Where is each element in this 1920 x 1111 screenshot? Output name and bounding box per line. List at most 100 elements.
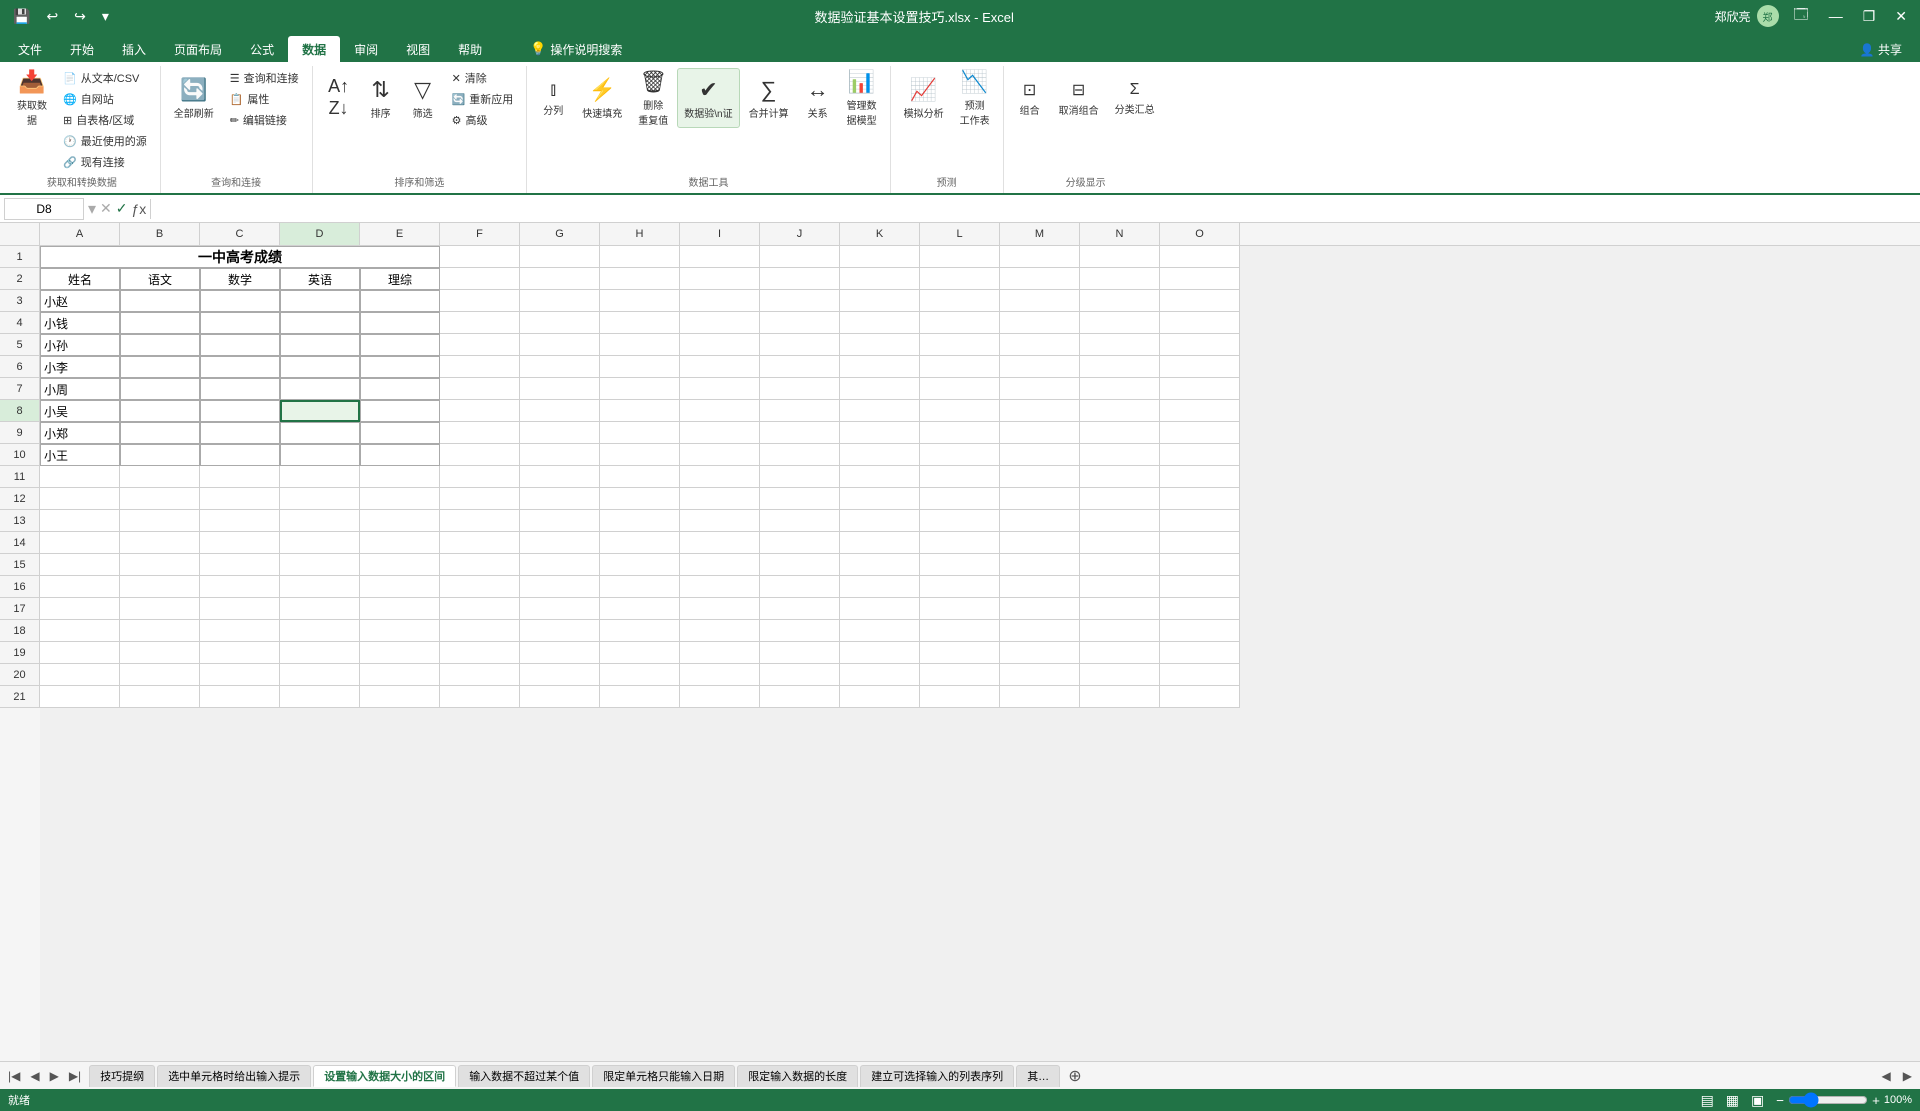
insert-function-icon[interactable]: ƒx: [132, 201, 147, 217]
cell-c9[interactable]: [200, 422, 280, 444]
cell-n6[interactable]: [1080, 356, 1160, 378]
cell-k7[interactable]: [840, 378, 920, 400]
cell-h14[interactable]: [600, 532, 680, 554]
cell-o2[interactable]: [1160, 268, 1240, 290]
restore-button[interactable]: ❐: [1858, 6, 1881, 27]
cell-h2[interactable]: [600, 268, 680, 290]
cell-k20[interactable]: [840, 664, 920, 686]
cell-i20[interactable]: [680, 664, 760, 686]
cell-a3[interactable]: 小赵: [40, 290, 120, 312]
cell-m16[interactable]: [1000, 576, 1080, 598]
cell-m4[interactable]: [1000, 312, 1080, 334]
row-header-1[interactable]: 1: [0, 246, 40, 268]
cell-a7[interactable]: 小周: [40, 378, 120, 400]
cell-l1[interactable]: [920, 246, 1000, 268]
cell-o10[interactable]: [1160, 444, 1240, 466]
cell-j18[interactable]: [760, 620, 840, 642]
cell-a10[interactable]: 小王: [40, 444, 120, 466]
cell-a17[interactable]: [40, 598, 120, 620]
col-header-h[interactable]: H: [600, 223, 680, 245]
cell-m12[interactable]: [1000, 488, 1080, 510]
cell-k15[interactable]: [840, 554, 920, 576]
close-button[interactable]: ✕: [1890, 6, 1912, 27]
cell-n19[interactable]: [1080, 642, 1160, 664]
cell-k21[interactable]: [840, 686, 920, 708]
cell-n17[interactable]: [1080, 598, 1160, 620]
col-header-e[interactable]: E: [360, 223, 440, 245]
cell-n16[interactable]: [1080, 576, 1160, 598]
page-layout-view-button[interactable]: ▦: [1726, 1092, 1739, 1109]
cell-c4[interactable]: [200, 312, 280, 334]
cell-m19[interactable]: [1000, 642, 1080, 664]
scroll-left-button[interactable]: ◀: [1878, 1067, 1895, 1085]
cell-m10[interactable]: [1000, 444, 1080, 466]
cell-f13[interactable]: [440, 510, 520, 532]
cell-c5[interactable]: [200, 334, 280, 356]
row-header-14[interactable]: 14: [0, 532, 40, 554]
row-header-3[interactable]: 3: [0, 290, 40, 312]
cell-k4[interactable]: [840, 312, 920, 334]
cell-m15[interactable]: [1000, 554, 1080, 576]
sheet-prev-button[interactable]: ◀: [26, 1067, 43, 1085]
cell-c14[interactable]: [200, 532, 280, 554]
row-header-17[interactable]: 17: [0, 598, 40, 620]
cell-f10[interactable]: [440, 444, 520, 466]
cell-b15[interactable]: [120, 554, 200, 576]
cell-o17[interactable]: [1160, 598, 1240, 620]
cell-e15[interactable]: [360, 554, 440, 576]
cell-o1[interactable]: [1160, 246, 1240, 268]
col-header-n[interactable]: N: [1080, 223, 1160, 245]
col-header-m[interactable]: M: [1000, 223, 1080, 245]
cell-o19[interactable]: [1160, 642, 1240, 664]
cell-f7[interactable]: [440, 378, 520, 400]
relationships-button[interactable]: ↔ 关系: [798, 68, 838, 128]
cell-o4[interactable]: [1160, 312, 1240, 334]
cell-c13[interactable]: [200, 510, 280, 532]
row-header-21[interactable]: 21: [0, 686, 40, 708]
sheet-tab-max-val[interactable]: 输入数据不超过某个值: [458, 1065, 590, 1087]
cell-g2[interactable]: [520, 268, 600, 290]
cell-h12[interactable]: [600, 488, 680, 510]
cell-l3[interactable]: [920, 290, 1000, 312]
col-header-f[interactable]: F: [440, 223, 520, 245]
col-header-a[interactable]: A: [40, 223, 120, 245]
cell-h5[interactable]: [600, 334, 680, 356]
tab-help[interactable]: 帮助: [444, 36, 496, 62]
cell-j2[interactable]: [760, 268, 840, 290]
cell-b7[interactable]: [120, 378, 200, 400]
cell-h1[interactable]: [600, 246, 680, 268]
tab-data[interactable]: 数据: [288, 36, 340, 62]
cell-j12[interactable]: [760, 488, 840, 510]
cell-l20[interactable]: [920, 664, 1000, 686]
cell-i17[interactable]: [680, 598, 760, 620]
reapply-button[interactable]: 🔄 重新应用: [445, 89, 521, 109]
cell-l10[interactable]: [920, 444, 1000, 466]
tab-home[interactable]: 开始: [56, 36, 108, 62]
cell-o7[interactable]: [1160, 378, 1240, 400]
cell-h15[interactable]: [600, 554, 680, 576]
cell-m18[interactable]: [1000, 620, 1080, 642]
cell-m17[interactable]: [1000, 598, 1080, 620]
cell-a20[interactable]: [40, 664, 120, 686]
cell-g18[interactable]: [520, 620, 600, 642]
cell-d9[interactable]: [280, 422, 360, 444]
cell-a2[interactable]: 姓名: [40, 268, 120, 290]
row-header-7[interactable]: 7: [0, 378, 40, 400]
cell-b14[interactable]: [120, 532, 200, 554]
existing-connections-button[interactable]: 🔗 现有连接: [56, 152, 154, 172]
cell-j4[interactable]: [760, 312, 840, 334]
cell-c12[interactable]: [200, 488, 280, 510]
cell-a19[interactable]: [40, 642, 120, 664]
row-header-10[interactable]: 10: [0, 444, 40, 466]
cell-f20[interactable]: [440, 664, 520, 686]
cell-e2[interactable]: 理综: [360, 268, 440, 290]
cell-a5[interactable]: 小孙: [40, 334, 120, 356]
cell-j10[interactable]: [760, 444, 840, 466]
cell-g21[interactable]: [520, 686, 600, 708]
cell-g8[interactable]: [520, 400, 600, 422]
cell-d17[interactable]: [280, 598, 360, 620]
sort-button[interactable]: ⇅ 排序: [361, 68, 401, 128]
cell-b9[interactable]: [120, 422, 200, 444]
cell-i4[interactable]: [680, 312, 760, 334]
cell-o9[interactable]: [1160, 422, 1240, 444]
